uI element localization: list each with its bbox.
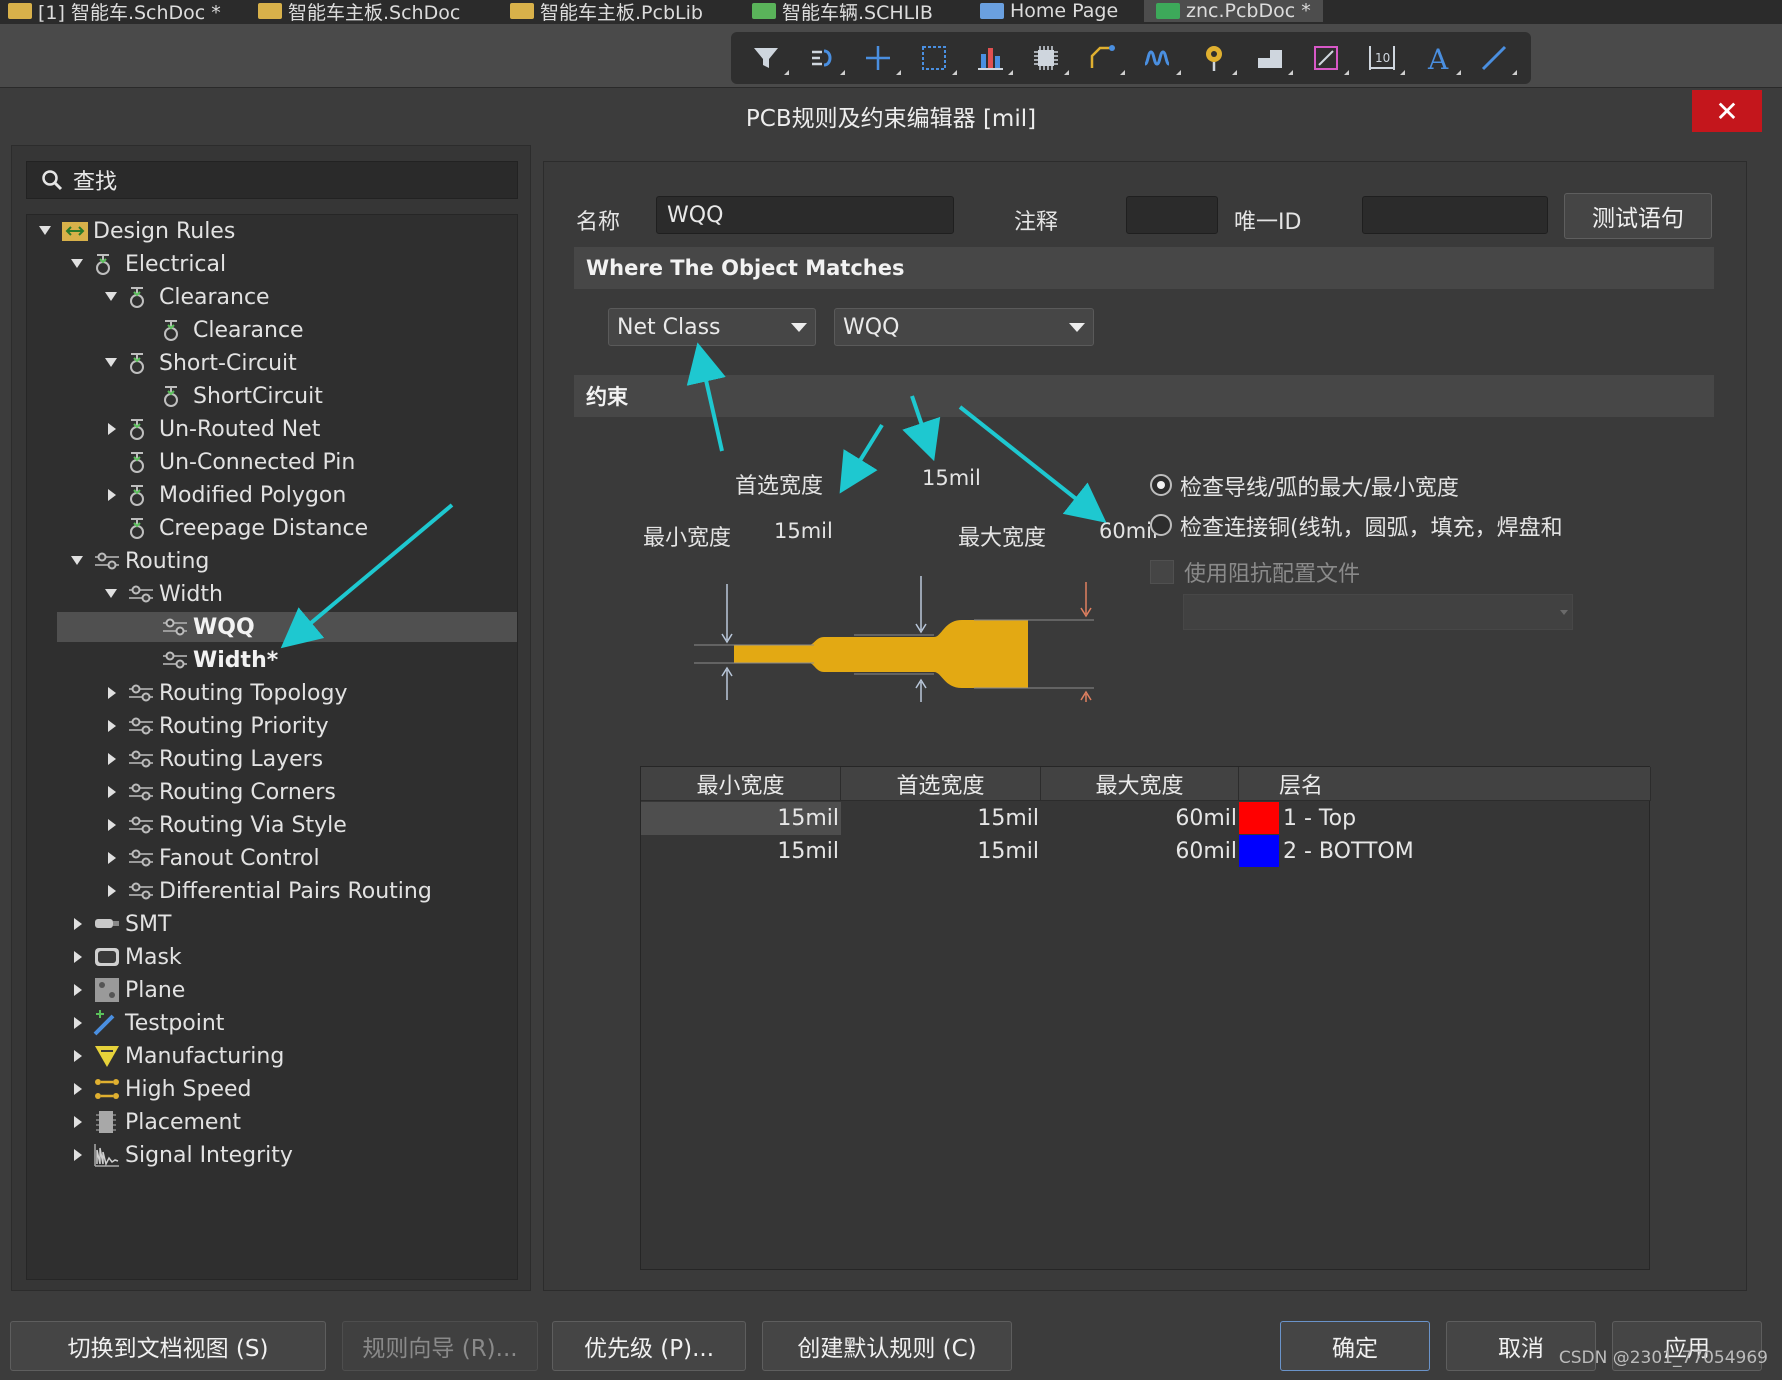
component-icon[interactable]: [1027, 39, 1069, 77]
arrow-to-preferred-value: [902, 395, 941, 462]
tab-pcbdoc[interactable]: znc.PcbDoc *: [1144, 0, 1323, 22]
tab-schlib[interactable]: 智能车辆.SCHLIB: [752, 0, 933, 24]
watermark: CSDN @2301_77054969: [1558, 1348, 1768, 1368]
tab-pcblib[interactable]: 智能车主板.PcbLib: [510, 0, 703, 24]
schlib-icon: [752, 3, 776, 19]
tab-schdoc-mainboard[interactable]: 智能车主板.SchDoc: [258, 0, 460, 24]
route-icon[interactable]: [803, 39, 845, 77]
tab-home-page[interactable]: Home Page: [980, 0, 1118, 22]
dimension-icon[interactable]: 10: [1363, 39, 1405, 77]
polygon-icon[interactable]: [1307, 39, 1349, 77]
home-icon: [980, 3, 1004, 19]
fill-icon[interactable]: [1251, 39, 1293, 77]
rule-wizard-button[interactable]: 规则向导 (R)...: [342, 1321, 538, 1371]
text-icon[interactable]: A: [1419, 39, 1461, 77]
schdoc-icon: [258, 3, 282, 19]
annotation-arrows: [280, 342, 1107, 649]
arrow-to-preferred-label: [839, 423, 884, 494]
tuning-icon[interactable]: [1139, 39, 1181, 77]
create-default-rules-button[interactable]: 创建默认规则 (C): [762, 1321, 1012, 1371]
switch-document-view-button[interactable]: 切换到文档视图 (S): [10, 1321, 326, 1371]
schdoc-icon: [8, 3, 32, 19]
pcbdoc-icon: [1156, 3, 1180, 19]
select-rect-icon[interactable]: [915, 39, 957, 77]
filter-icon[interactable]: [747, 39, 789, 77]
svg-text:10: 10: [1375, 51, 1390, 65]
rules-editor-dialog: PCB规则及约束编辑器 [mil] ✕ 查找 Design Rules Elect…: [0, 88, 1782, 1380]
document-tab-bar: [1] 智能车.SchDoc * 智能车主板.SchDoc 智能车主板.PcbL…: [0, 0, 1782, 24]
editor-area: 10 A: [0, 24, 1782, 88]
bar-chart-icon[interactable]: [971, 39, 1013, 77]
interactive-route-icon[interactable]: [1083, 39, 1125, 77]
arrow-to-wqq: [280, 503, 454, 649]
priority-button[interactable]: 优先级 (P)...: [552, 1321, 746, 1371]
svg-text:A: A: [1427, 43, 1449, 74]
ok-button[interactable]: 确定: [1280, 1321, 1430, 1371]
pcblib-icon: [510, 3, 534, 19]
active-bar: 10 A: [731, 32, 1531, 84]
line-icon[interactable]: [1475, 39, 1517, 77]
cross-icon[interactable]: [859, 39, 901, 77]
tab-schdoc-1[interactable]: [1] 智能车.SchDoc *: [8, 0, 221, 24]
via-icon[interactable]: [1195, 39, 1237, 77]
arrow-to-max-value: [958, 405, 1107, 523]
arrow-to-net-class: [686, 342, 726, 452]
